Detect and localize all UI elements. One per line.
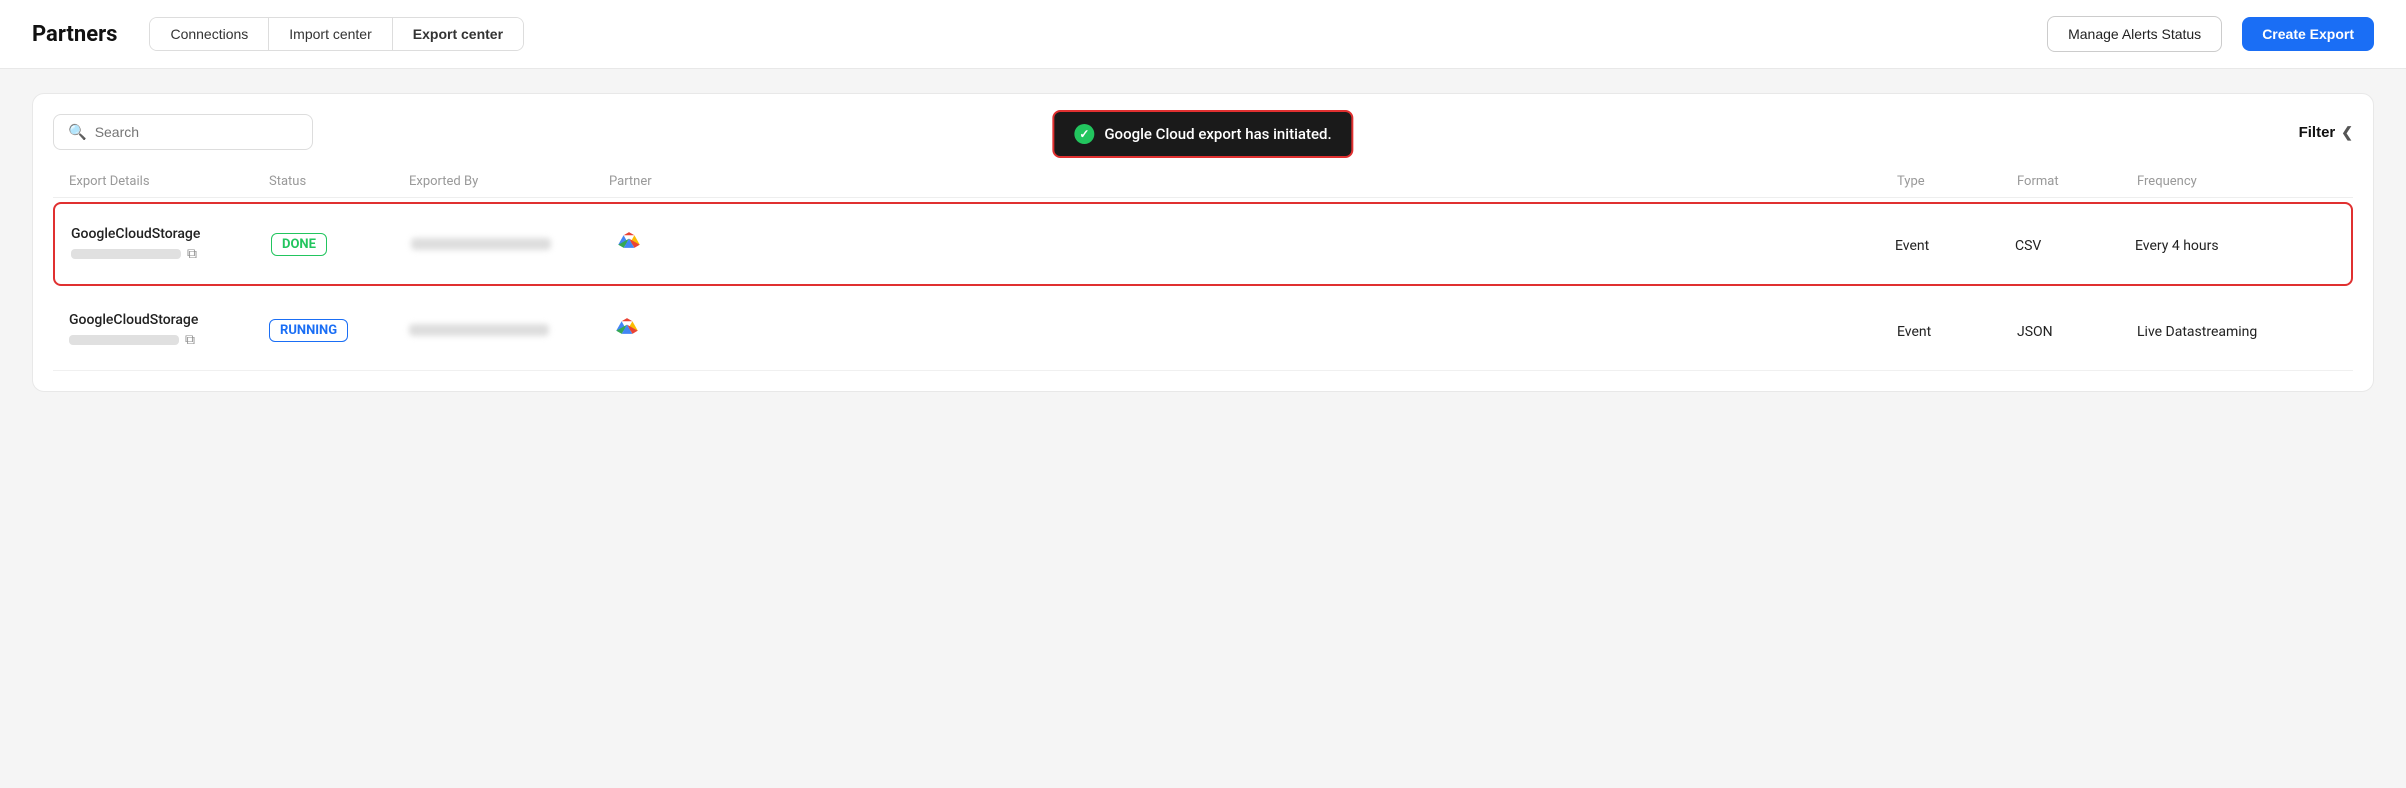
col-export-details: Export Details [69, 174, 269, 189]
export-details-cell: GoogleCloudStorage ⧉ [71, 226, 271, 262]
col-exported-by: Exported By [409, 174, 609, 189]
exported-by-cell [411, 238, 611, 250]
col-status: Status [269, 174, 409, 189]
tab-import-center[interactable]: Import center [269, 18, 392, 50]
exported-by-blur [411, 238, 551, 250]
google-cloud-icon [611, 224, 647, 260]
status-cell: DONE [271, 233, 411, 256]
page-title: Partners [32, 22, 117, 47]
table-header: Export Details Status Exported By Partne… [53, 166, 2353, 198]
partner-cell [611, 224, 1895, 264]
copy-icon[interactable]: ⧉ [187, 246, 197, 262]
tab-export-center[interactable]: Export center [393, 18, 523, 50]
exported-by-cell [409, 324, 609, 336]
export-sub: ⧉ [69, 332, 269, 348]
toast-success-icon [1074, 124, 1094, 144]
toast-message: Google Cloud export has initiated. [1104, 125, 1331, 143]
export-id-blur [71, 249, 181, 259]
status-cell: RUNNING [269, 319, 409, 342]
copy-icon[interactable]: ⧉ [185, 332, 195, 348]
header: Partners Connections Import center Expor… [0, 0, 2406, 69]
col-type: Type [1897, 174, 2017, 189]
frequency-cell: Live Datastreaming [2137, 321, 2337, 340]
type-value: Event [1897, 324, 1931, 340]
export-name: GoogleCloudStorage [71, 226, 271, 242]
tab-connections[interactable]: Connections [150, 18, 269, 50]
table-row[interactable]: GoogleCloudStorage ⧉ RUNNING [53, 290, 2353, 371]
google-cloud-icon [609, 310, 645, 346]
tab-group: Connections Import center Export center [149, 17, 524, 51]
status-badge: RUNNING [269, 319, 348, 342]
exported-by-blur [409, 324, 549, 336]
partner-cell [609, 310, 1897, 350]
status-badge: DONE [271, 233, 327, 256]
search-icon: 🔍 [68, 123, 87, 141]
export-details-cell: GoogleCloudStorage ⧉ [69, 312, 269, 348]
filter-label: Filter [2299, 124, 2336, 141]
col-frequency: Frequency [2137, 174, 2337, 189]
col-partner: Partner [609, 174, 1897, 189]
export-id-blur [69, 335, 179, 345]
export-sub: ⧉ [71, 246, 271, 262]
search-box[interactable]: 🔍 [53, 114, 313, 150]
table-row[interactable]: GoogleCloudStorage ⧉ DONE [53, 202, 2353, 286]
search-input[interactable] [95, 124, 298, 140]
toast-notification: Google Cloud export has initiated. [1052, 110, 1353, 158]
format-cell: CSV [2015, 235, 2135, 254]
content-panel: Google Cloud export has initiated. 🔍 Fil… [32, 93, 2374, 392]
frequency-value: Live Datastreaming [2137, 324, 2257, 340]
format-value: JSON [2017, 324, 2053, 340]
frequency-cell: Every 4 hours [2135, 235, 2335, 254]
main-content: Google Cloud export has initiated. 🔍 Fil… [0, 69, 2406, 416]
format-cell: JSON [2017, 321, 2137, 340]
type-cell: Event [1897, 321, 2017, 340]
manage-alerts-button[interactable]: Manage Alerts Status [2047, 16, 2222, 52]
type-cell: Event [1895, 235, 2015, 254]
col-format: Format [2017, 174, 2137, 189]
chevron-left-icon: ❮ [2341, 124, 2353, 141]
frequency-value: Every 4 hours [2135, 238, 2219, 254]
format-value: CSV [2015, 238, 2041, 254]
type-value: Event [1895, 238, 1929, 254]
create-export-button[interactable]: Create Export [2242, 17, 2374, 51]
toast-container: Google Cloud export has initiated. [1052, 110, 1353, 158]
filter-button[interactable]: Filter ❮ [2299, 124, 2353, 141]
export-name: GoogleCloudStorage [69, 312, 269, 328]
